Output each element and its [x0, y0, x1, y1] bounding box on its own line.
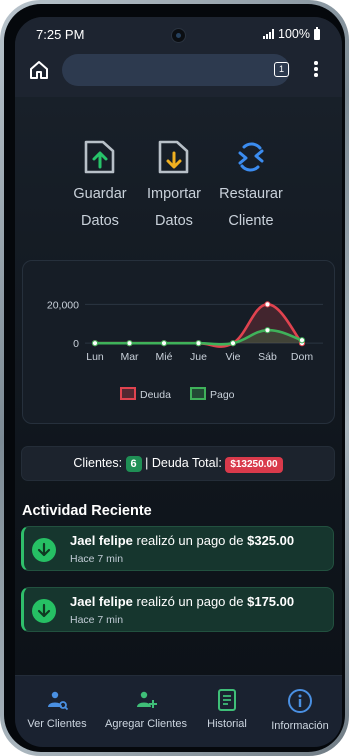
- import-data-label: Importar Datos: [147, 186, 201, 229]
- activity-item[interactable]: Jael felipe realizó un pago de $175.00 H…: [21, 587, 334, 632]
- activity-item[interactable]: Jael felipe realizó un pago de $325.00 H…: [21, 526, 334, 571]
- status-bar: 7:25 PM 100%: [15, 17, 342, 51]
- weekly-chart-card: 20,000 0 Lun Mar Mié Jue Vie Sáb Dom Deuda Pago: [22, 260, 335, 424]
- signal-icon: [263, 29, 275, 39]
- status-time: 7:25 PM: [36, 27, 85, 42]
- data-point-deuda: [264, 301, 271, 308]
- legend-label-pago: Pago: [210, 389, 235, 401]
- info-icon: [288, 689, 312, 713]
- battery-percent: 100%: [278, 27, 310, 41]
- battery-icon: [314, 26, 320, 40]
- arrow-down-circle-icon: [32, 599, 56, 623]
- menu-dots-icon[interactable]: [314, 61, 318, 77]
- save-data-label: Guardar Datos: [73, 186, 127, 229]
- nav-add-client[interactable]: Agregar Clientes: [103, 688, 189, 730]
- nav-history-label: Historial: [207, 718, 247, 730]
- clients-count-badge: 6: [125, 456, 142, 472]
- x-tick-label: Mar: [120, 351, 139, 363]
- import-data-button[interactable]: Importar Datos: [134, 139, 214, 235]
- x-tick-label: Dom: [291, 351, 313, 363]
- tab-switcher-button[interactable]: 1: [274, 62, 289, 77]
- activity-time: Hace 7 min: [70, 614, 124, 626]
- phone-frame: 7:25 PM 100% 1 Guardar Datos Importar Da…: [0, 0, 349, 756]
- folder-download-icon: [158, 140, 189, 174]
- x-tick-label: Vie: [226, 351, 241, 363]
- bottom-nav: Ver Clientes Agregar Clientes Historial: [15, 675, 342, 747]
- legend-label-deuda: Deuda: [140, 389, 171, 401]
- legend-swatch-deuda: [120, 387, 136, 400]
- arrow-down-circle-icon: [32, 538, 56, 562]
- y-tick-label: 20,000: [47, 299, 79, 311]
- summary-bar: Clientes: 6 | Deuda Total: $13250.00: [21, 446, 335, 481]
- phone-bezel: 7:25 PM 100% 1 Guardar Datos Importar Da…: [4, 4, 345, 752]
- debt-total-badge: $13250.00: [225, 457, 283, 473]
- browser-toolbar: 1: [15, 51, 342, 97]
- nav-view-clients[interactable]: Ver Clientes: [23, 688, 91, 730]
- folder-upload-icon: [84, 140, 115, 174]
- address-bar[interactable]: [62, 54, 290, 86]
- nav-add-client-label: Agregar Clientes: [105, 718, 187, 730]
- debt-label: | Deuda Total:: [145, 456, 222, 470]
- home-icon[interactable]: [28, 59, 50, 81]
- status-right: 100%: [263, 26, 320, 41]
- view-clients-icon: [48, 691, 69, 711]
- clients-label: Clientes:: [73, 456, 123, 470]
- data-point-pago: [126, 340, 133, 347]
- x-tick-label: Sáb: [258, 351, 277, 363]
- history-icon: [218, 689, 236, 711]
- restore-link-icon: [238, 142, 264, 172]
- recent-activity-title: Actividad Reciente: [22, 503, 152, 519]
- screen: 7:25 PM 100% 1 Guardar Datos Importar Da…: [15, 17, 342, 747]
- restore-client-label: Restaurar Cliente: [219, 186, 283, 229]
- x-tick-label: Jue: [190, 351, 207, 363]
- data-point-pago: [195, 340, 202, 347]
- data-point-pago: [91, 340, 99, 347]
- weekly-chart: 20,000 0 Lun Mar Mié Jue Vie Sáb Dom Deuda Pago: [47, 299, 323, 401]
- data-point-pago: [160, 340, 168, 347]
- nav-info-label: Información: [271, 720, 329, 732]
- data-point-pago: [264, 327, 271, 334]
- activity-text: Jael felipe realizó un pago de $175.00: [70, 594, 295, 609]
- activity-text: Jael felipe realizó un pago de $325.00: [70, 533, 295, 548]
- data-point-pago: [298, 337, 306, 344]
- front-camera: [171, 28, 186, 43]
- activity-time: Hace 7 min: [70, 553, 124, 565]
- nav-view-clients-label: Ver Clientes: [27, 718, 87, 730]
- restore-client-button[interactable]: Restaurar Cliente: [211, 139, 291, 235]
- save-data-button[interactable]: Guardar Datos: [60, 139, 140, 235]
- legend-swatch-pago: [190, 387, 206, 400]
- x-tick-label: Lun: [86, 351, 104, 363]
- y-tick-label: 0: [73, 338, 79, 350]
- nav-history[interactable]: Historial: [201, 688, 253, 730]
- data-point-pago: [229, 340, 237, 347]
- nav-info[interactable]: Información: [267, 688, 333, 732]
- x-tick-label: Mié: [156, 351, 173, 363]
- add-client-icon: [137, 691, 157, 708]
